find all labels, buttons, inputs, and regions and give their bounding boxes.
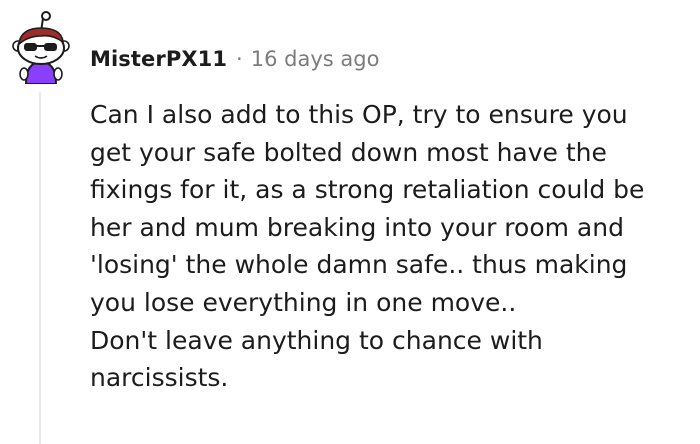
comment-body-line: narcissists. [90,363,229,393]
comment-timestamp[interactable]: 16 days ago [251,47,380,71]
comment-body-line: Don't leave anything to chance with [90,325,543,355]
meta-separator: · [236,47,243,71]
comment-body-line: get your safe bolted down most have the [90,137,607,167]
comment-meta: MisterPX11 · 16 days ago [90,44,379,74]
comment-body-line: her and mum breaking into your room and [90,212,624,242]
username-link[interactable]: MisterPX11 [90,47,227,71]
comment-body-line: Can I also add to this OP, try to ensure… [90,100,628,129]
comment-body-line: 'losing' the whole damn safe.. thus maki… [90,250,628,280]
comment: MisterPX11 · 16 days ago Can I also add … [0,0,700,444]
comment-body-line: you lose everything in one move.. [90,287,517,317]
thread-line[interactable] [39,92,41,444]
comment-body-line: fixings for it, as a strong retaliation … [90,175,645,205]
comment-body: Can I also add to this OP, try to ensure… [90,96,696,397]
user-avatar[interactable] [10,10,72,84]
snoo-avatar-icon [12,11,70,84]
